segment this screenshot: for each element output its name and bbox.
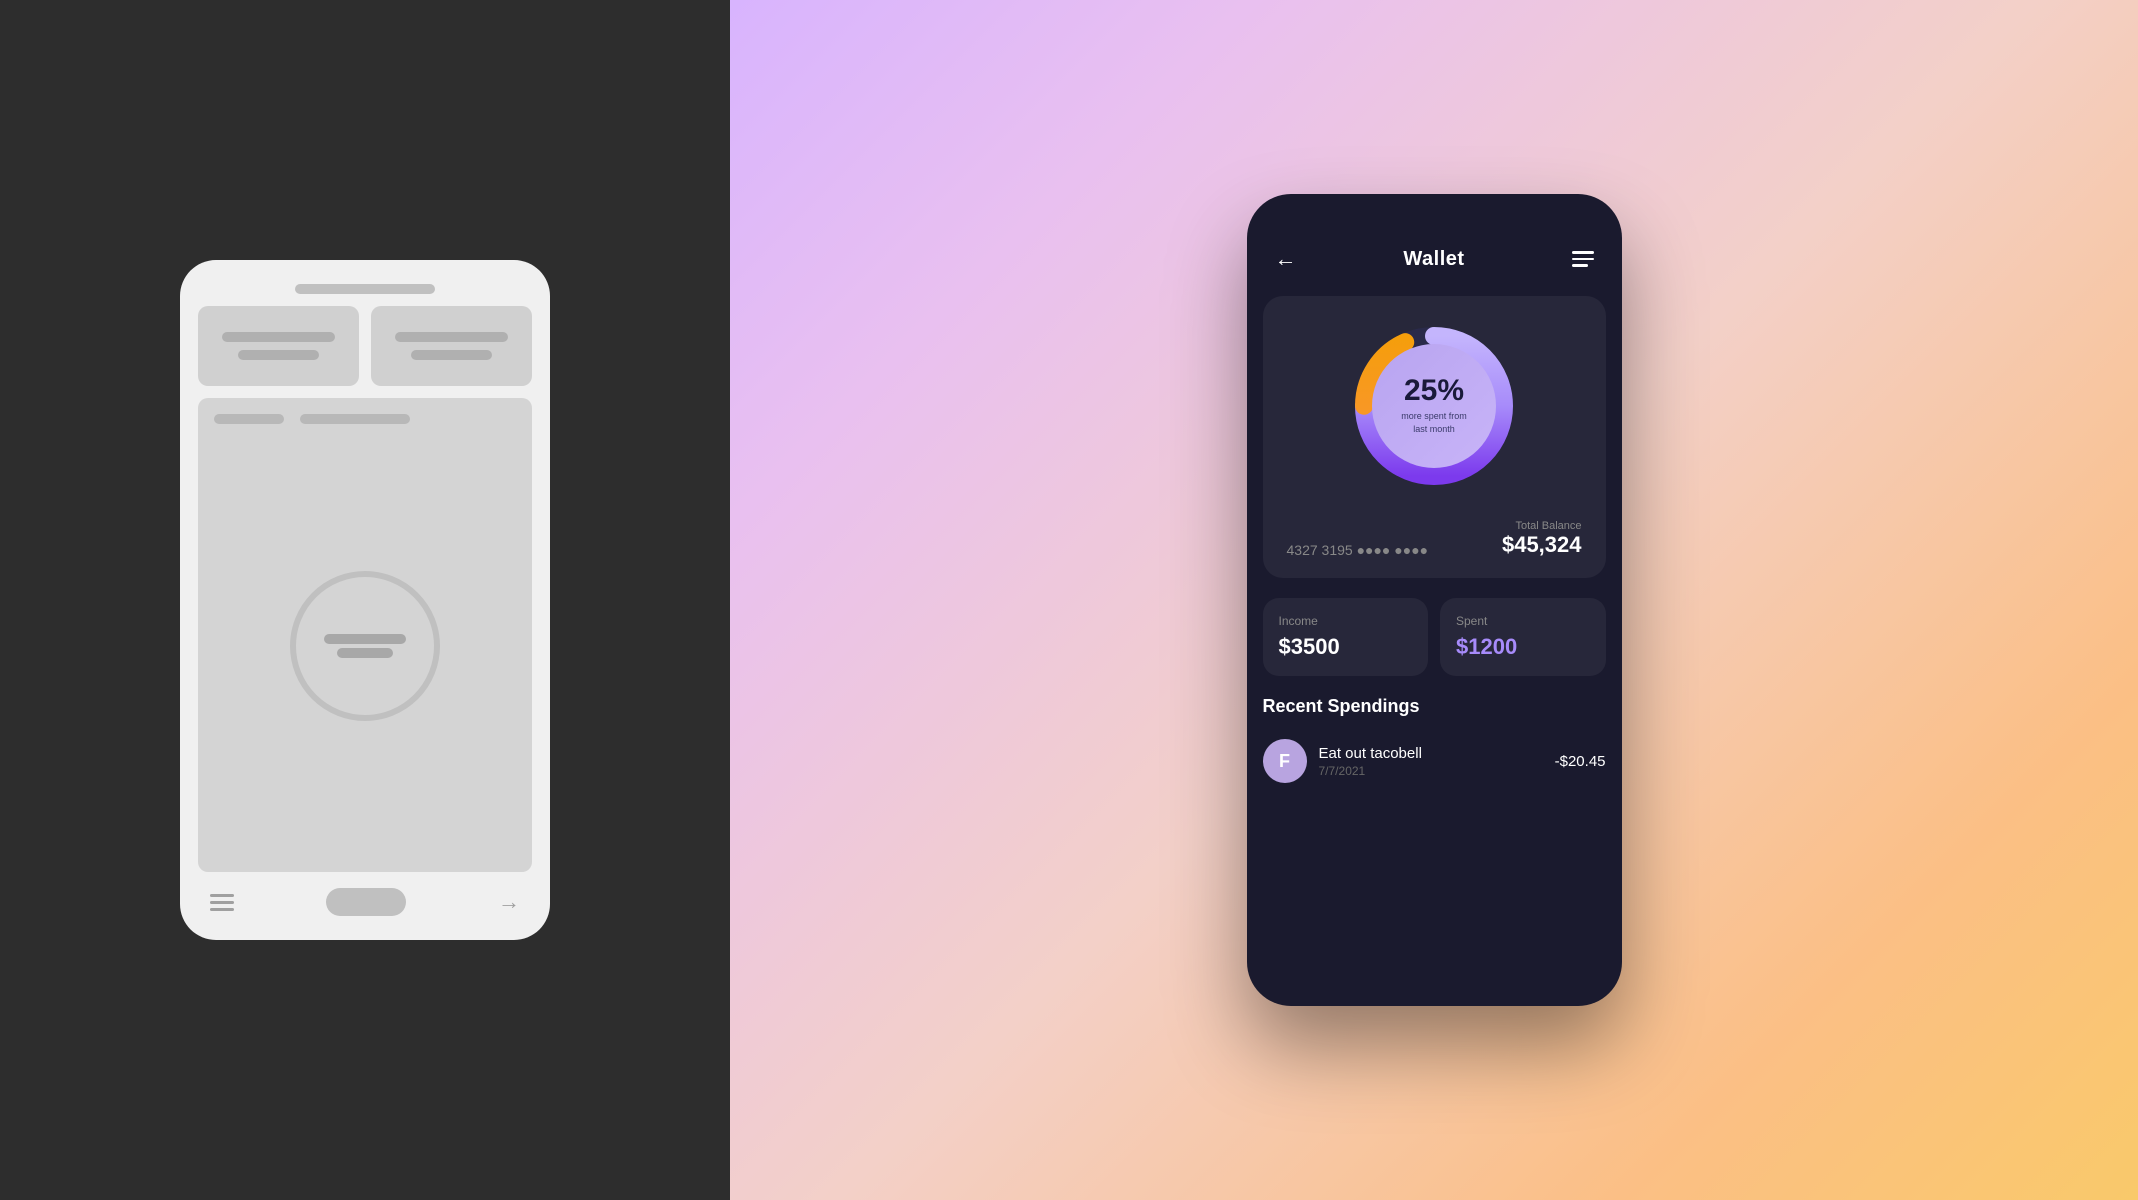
spending-avatar: F [1263, 739, 1307, 783]
card-info-row: 4327 3195 ●●●● ●●●● Total Balance $45,32… [1283, 520, 1586, 558]
wf-card-bar-1 [222, 332, 335, 342]
spending-date: 7/7/2021 [1319, 764, 1543, 778]
wf-nav-line-2 [210, 901, 234, 904]
wf-card-bar-3 [395, 332, 508, 342]
menu-button[interactable] [1572, 251, 1594, 267]
wf-card-1 [198, 306, 359, 386]
wf-pill-button[interactable] [326, 888, 406, 916]
wf-cards-row [198, 306, 532, 386]
wf-circle [290, 571, 440, 721]
balance-amount: $45,324 [1502, 532, 1582, 557]
donut-subtitle-line2: last month [1413, 423, 1455, 436]
spending-avatar-letter: F [1279, 751, 1290, 772]
left-panel: → [0, 0, 730, 1200]
menu-line-3 [1572, 264, 1588, 267]
phone-header: ← Wallet [1247, 194, 1622, 288]
donut-inner: 25% more spent from last month [1372, 344, 1496, 468]
spent-card: Spent $1200 [1440, 598, 1606, 676]
donut-chart: 25% more spent from last month [1344, 316, 1524, 496]
wf-bottom-nav: → [198, 884, 532, 920]
dark-phone: ← Wallet [1247, 194, 1622, 1006]
card-number: 4327 3195 ●●●● ●●●● [1287, 542, 1429, 558]
wf-circle-container [214, 436, 516, 856]
spending-item[interactable]: F Eat out tacobell 7/7/2021 -$20.45 [1263, 731, 1606, 791]
spending-name: Eat out tacobell [1319, 745, 1543, 762]
wf-circle-bar-1 [324, 634, 407, 644]
wf-top-bar [295, 284, 435, 294]
donut-subtitle-line1: more spent from [1401, 410, 1467, 423]
income-value: $3500 [1279, 634, 1340, 659]
wireframe-phone: → [180, 260, 550, 940]
balance-label: Total Balance [1502, 520, 1582, 532]
wf-nav-line-3 [210, 908, 234, 911]
spent-value: $1200 [1456, 634, 1517, 659]
page-title: Wallet [1403, 248, 1464, 271]
wf-card-2 [371, 306, 532, 386]
wf-card-bar-4 [411, 350, 492, 360]
wf-card-bar-2 [238, 350, 319, 360]
wf-circle-bar-2 [337, 648, 392, 658]
right-panel: ← Wallet [730, 0, 2138, 1200]
spendings-title: Recent Spendings [1263, 696, 1606, 717]
spending-info: Eat out tacobell 7/7/2021 [1319, 745, 1543, 778]
wf-line-1 [214, 414, 284, 424]
stats-row: Income $3500 Spent $1200 [1263, 598, 1606, 676]
balance-section: Total Balance $45,324 [1502, 520, 1582, 558]
wf-main-area [198, 398, 532, 872]
menu-line-1 [1572, 251, 1594, 254]
income-card: Income $3500 [1263, 598, 1429, 676]
chart-card: 25% more spent from last month 4327 3195… [1263, 296, 1606, 578]
spending-amount: -$20.45 [1555, 753, 1606, 770]
spent-label: Spent [1456, 614, 1590, 628]
income-label: Income [1279, 614, 1413, 628]
wf-text-lines [214, 414, 516, 424]
back-button[interactable]: ← [1275, 246, 1297, 272]
wf-arrow-icon[interactable]: → [498, 889, 520, 915]
wf-hamburger-icon[interactable] [210, 894, 234, 911]
menu-line-2 [1572, 258, 1594, 261]
wf-line-2 [300, 414, 410, 424]
wf-nav-line-1 [210, 894, 234, 897]
donut-percent: 25% [1404, 376, 1464, 406]
spendings-section: Recent Spendings F Eat out tacobell 7/7/… [1263, 696, 1606, 791]
